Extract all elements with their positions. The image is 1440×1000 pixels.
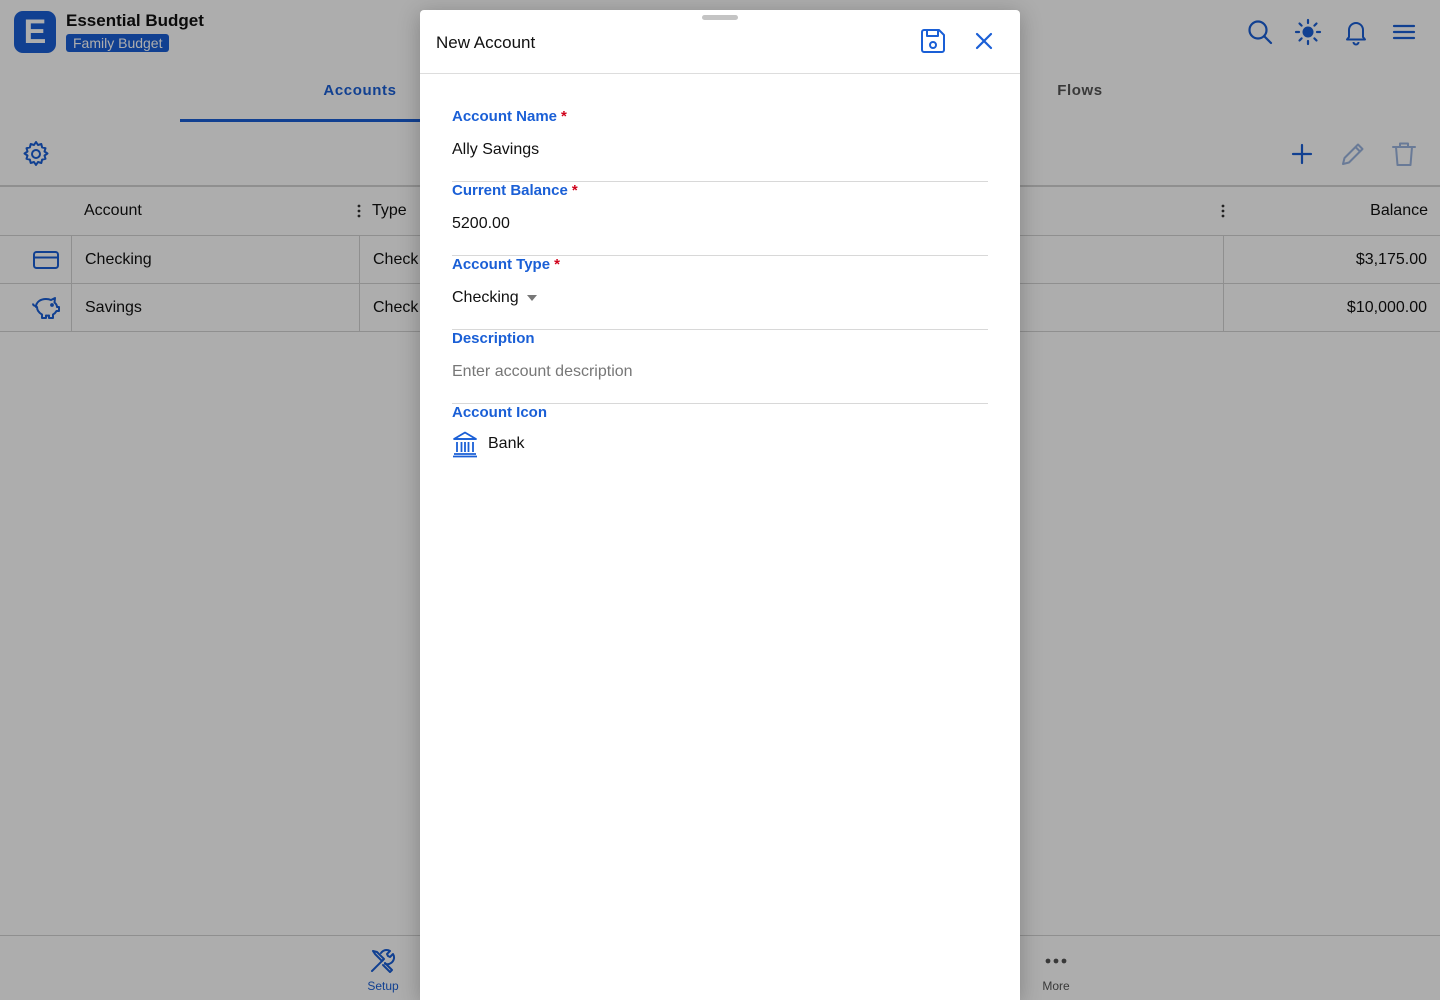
account-type-label: Account Type * — [452, 256, 560, 273]
close-icon[interactable] — [969, 26, 999, 56]
account-icon-picker[interactable]: Bank — [452, 430, 524, 458]
current-balance-field: Current Balance * — [452, 182, 988, 256]
description-label: Description — [452, 330, 535, 347]
account-type-select[interactable]: Checking — [452, 289, 537, 307]
dialog-header: New Account — [420, 10, 1020, 74]
save-icon[interactable] — [918, 26, 948, 56]
account-name-input[interactable] — [452, 138, 988, 162]
account-name-label: Account Name * — [452, 108, 567, 125]
bank-icon — [453, 431, 477, 458]
account-icon-label: Account Icon — [452, 404, 548, 421]
account-icon-field: Account Icon Bank — [452, 404, 988, 478]
new-account-dialog: New Account Account Name* Current Balanc… — [420, 10, 1020, 1000]
account-icon-value: Bank — [488, 435, 525, 452]
account-form: Account Name* Current Balance* Account T… — [452, 74, 988, 478]
current-balance-label: Current Balance * — [452, 182, 578, 199]
current-balance-input[interactable] — [452, 212, 988, 236]
chevron-down-icon — [526, 294, 537, 301]
dialog-title: New Account — [436, 33, 536, 52]
description-input[interactable] — [452, 360, 988, 384]
account-type-field: Account Type * Checking — [452, 256, 988, 330]
account-name-field: Account Name * — [452, 74, 988, 182]
description-field: Description — [452, 330, 988, 404]
